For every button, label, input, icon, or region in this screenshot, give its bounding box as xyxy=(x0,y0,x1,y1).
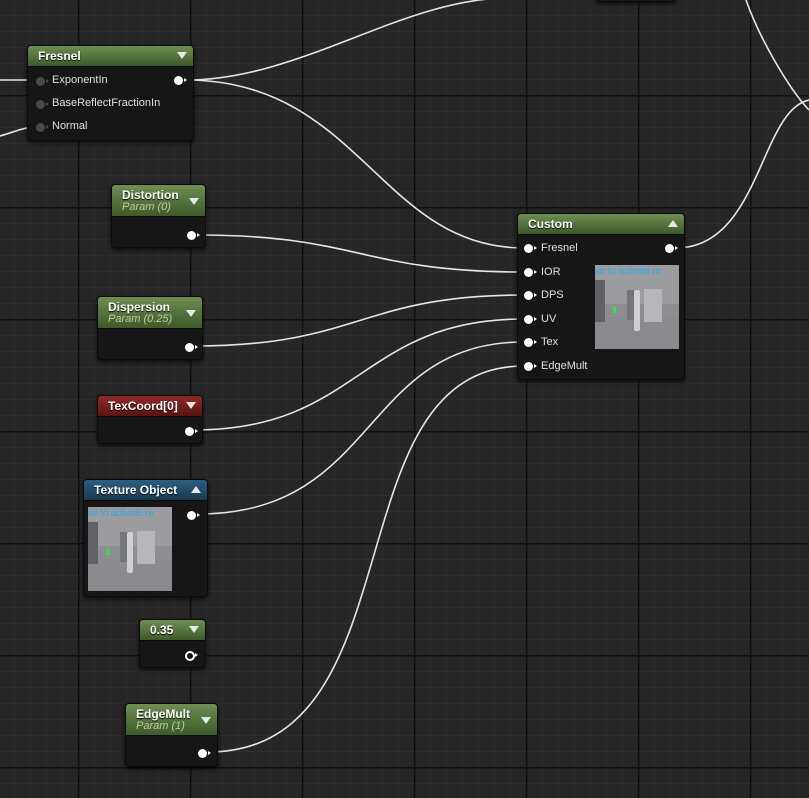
texture-object-node-title: Texture Object xyxy=(94,483,178,497)
collapse-chevron-icon[interactable] xyxy=(186,310,196,317)
custom-node[interactable]: Custom Fresnel IOR DPS UV Tex EdgeMult s… xyxy=(517,213,685,380)
edgemult-output-pin[interactable] xyxy=(198,749,211,758)
edgemult-node-header[interactable]: EdgeMult Param (1) xyxy=(126,704,217,736)
custom-node-title: Custom xyxy=(528,217,573,231)
texture-object-node[interactable]: Texture Object se to activate re xyxy=(83,479,208,597)
fresnel-node[interactable]: Fresnel ExponentIn BaseReflectFractionIn… xyxy=(27,45,194,141)
constant-node[interactable]: 0.35 xyxy=(139,619,206,668)
texcoord-node-title: TexCoord[0] xyxy=(108,399,178,413)
dispersion-output-pin[interactable] xyxy=(185,343,198,352)
texcoord-output-pin[interactable] xyxy=(185,427,198,436)
input-label-basereflectfractionin: BaseReflectFractionIn xyxy=(52,97,161,109)
texture-object-output-pin[interactable] xyxy=(187,511,200,520)
wire-distortion-to-ior xyxy=(196,234,525,273)
dispersion-node-header[interactable]: Dispersion Param (0.25) xyxy=(98,297,202,329)
custom-input-label-tex: Tex xyxy=(541,336,559,348)
collapse-chevron-icon[interactable] xyxy=(668,220,678,227)
custom-input-label-uv: UV xyxy=(541,313,557,325)
custom-input-pin-dps[interactable] xyxy=(524,291,537,300)
collapse-chevron-icon[interactable] xyxy=(201,717,211,724)
collapse-chevron-icon[interactable] xyxy=(177,52,187,59)
wire-custom-out xyxy=(675,99,809,249)
edgemult-node-subtitle: Param (1) xyxy=(136,720,185,732)
collapse-chevron-icon[interactable] xyxy=(186,402,196,409)
wire-fresnel-to-custom xyxy=(185,79,525,249)
constant-output-pin-unconnected[interactable] xyxy=(185,651,198,661)
normal-input-pin[interactable] xyxy=(36,123,49,132)
collapse-chevron-icon[interactable] xyxy=(189,626,199,633)
constant-node-header[interactable]: 0.35 xyxy=(140,620,205,641)
distortion-node-subtitle: Param (0) xyxy=(122,201,171,213)
preview-overlay-text: se to activate re xyxy=(595,266,661,277)
collapse-chevron-icon[interactable] xyxy=(189,198,199,205)
wire-dispersion-to-dps xyxy=(193,294,525,347)
custom-input-label-dps: DPS xyxy=(541,289,564,301)
custom-input-pin-ior[interactable] xyxy=(524,268,537,277)
distortion-output-pin[interactable] xyxy=(187,231,200,240)
basereflectfractionin-input-pin[interactable] xyxy=(36,100,49,109)
distortion-param-node[interactable]: Distortion Param (0) xyxy=(111,184,206,248)
wire-texture-to-tex xyxy=(197,341,525,515)
input-label-normal: Normal xyxy=(52,120,88,132)
texcoord-node-header[interactable]: TexCoord[0] xyxy=(98,396,202,417)
wire-top-right xyxy=(745,0,809,111)
custom-input-pin-fresnel[interactable] xyxy=(524,244,537,253)
dispersion-node-subtitle: Param (0.25) xyxy=(108,313,173,325)
wire-fresnel-to-top xyxy=(185,0,487,81)
preview-overlay-text: se to activate re xyxy=(88,508,154,519)
custom-preview-thumbnail: se to activate re xyxy=(595,265,679,349)
custom-input-pin-edgemult[interactable] xyxy=(524,362,537,371)
custom-input-pin-uv[interactable] xyxy=(524,315,537,324)
wire-texcoord-to-uv xyxy=(193,318,525,431)
distortion-node-header[interactable]: Distortion Param (0) xyxy=(112,185,205,217)
wire-edgemult-to-edgemult xyxy=(207,365,525,753)
custom-input-label-ior: IOR xyxy=(541,266,561,278)
custom-input-label-edgemult: EdgeMult xyxy=(541,360,588,372)
collapse-chevron-icon[interactable] xyxy=(191,486,201,493)
custom-input-pin-tex[interactable] xyxy=(524,338,537,347)
input-label-exponentin: ExponentIn xyxy=(52,74,108,86)
top-offscreen-node[interactable] xyxy=(596,0,676,2)
custom-input-label-fresnel: Fresnel xyxy=(541,242,578,254)
texture-preview-thumbnail: se to activate re xyxy=(88,507,172,591)
custom-node-header[interactable]: Custom xyxy=(518,214,684,235)
texcoord-node[interactable]: TexCoord[0] xyxy=(97,395,203,444)
fresnel-output-pin[interactable] xyxy=(174,76,187,85)
exponentin-input-pin[interactable] xyxy=(36,77,49,86)
fresnel-node-header[interactable]: Fresnel xyxy=(28,46,193,67)
dispersion-param-node[interactable]: Dispersion Param (0.25) xyxy=(97,296,203,360)
custom-output-pin[interactable] xyxy=(665,244,678,253)
fresnel-node-title: Fresnel xyxy=(38,49,81,63)
edgemult-param-node[interactable]: EdgeMult Param (1) xyxy=(125,703,218,767)
texture-object-node-header[interactable]: Texture Object xyxy=(84,480,207,501)
